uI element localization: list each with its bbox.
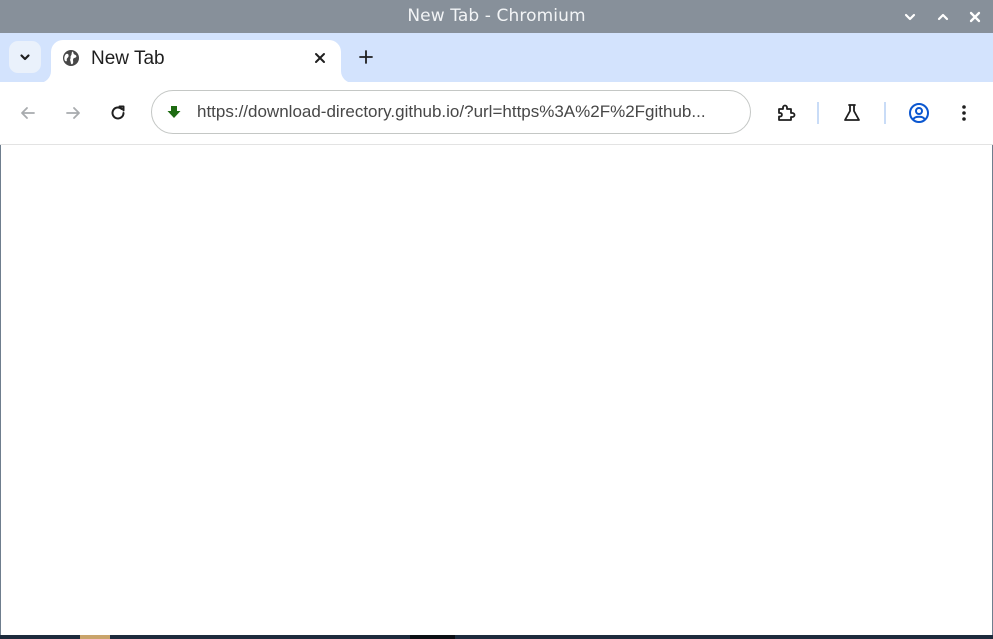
tab-title: New Tab <box>91 48 165 69</box>
close-icon <box>315 53 325 63</box>
chevron-down-icon <box>20 54 30 61</box>
extensions-icon <box>778 104 796 121</box>
extensions-button[interactable] <box>770 97 802 129</box>
close-window-button[interactable] <box>964 6 986 28</box>
tab-strip: New Tab <box>0 33 993 83</box>
tab-search-button[interactable] <box>9 41 41 73</box>
page-content[interactable] <box>0 145 993 635</box>
maximize-button[interactable] <box>932 6 954 28</box>
new-tab-button[interactable] <box>352 43 380 71</box>
chevron-up-icon <box>937 13 949 21</box>
forward-button[interactable] <box>57 97 89 129</box>
browser-window: New Tab - Chromium New Tab https://downl… <box>0 0 993 639</box>
arrow-left-icon <box>21 107 35 119</box>
desktop-wallpaper-detail <box>410 635 455 639</box>
toolbar-separator <box>817 102 819 124</box>
url-text: https://download-directory.github.io/?ur… <box>197 102 706 121</box>
title-bar: New Tab - Chromium <box>0 0 993 33</box>
tab-close-button[interactable] <box>309 47 331 69</box>
profile-icon <box>909 103 929 123</box>
globe-icon <box>63 50 79 66</box>
close-icon <box>969 11 981 23</box>
profile-button[interactable] <box>903 97 935 129</box>
labs-button[interactable] <box>836 97 868 129</box>
reload-button[interactable] <box>102 97 134 129</box>
arrow-right-icon <box>66 107 80 119</box>
labs-flask-icon <box>844 104 860 121</box>
menu-button[interactable] <box>948 97 980 129</box>
chevron-down-icon <box>904 13 916 21</box>
back-button[interactable] <box>12 97 44 129</box>
desktop-background <box>0 635 993 639</box>
tab-new-tab[interactable]: New Tab <box>51 40 341 83</box>
download-arrow-icon <box>167 106 181 118</box>
more-vertical-icon <box>962 105 966 121</box>
window-title: New Tab - Chromium <box>407 6 586 26</box>
toolbar-separator <box>884 102 886 124</box>
desktop-wallpaper-detail <box>80 635 110 639</box>
address-bar[interactable]: https://download-directory.github.io/?ur… <box>151 90 751 134</box>
minimize-button[interactable] <box>899 6 921 28</box>
reload-icon <box>111 105 125 120</box>
toolbar: https://download-directory.github.io/?ur… <box>0 82 993 145</box>
plus-icon <box>359 50 373 64</box>
